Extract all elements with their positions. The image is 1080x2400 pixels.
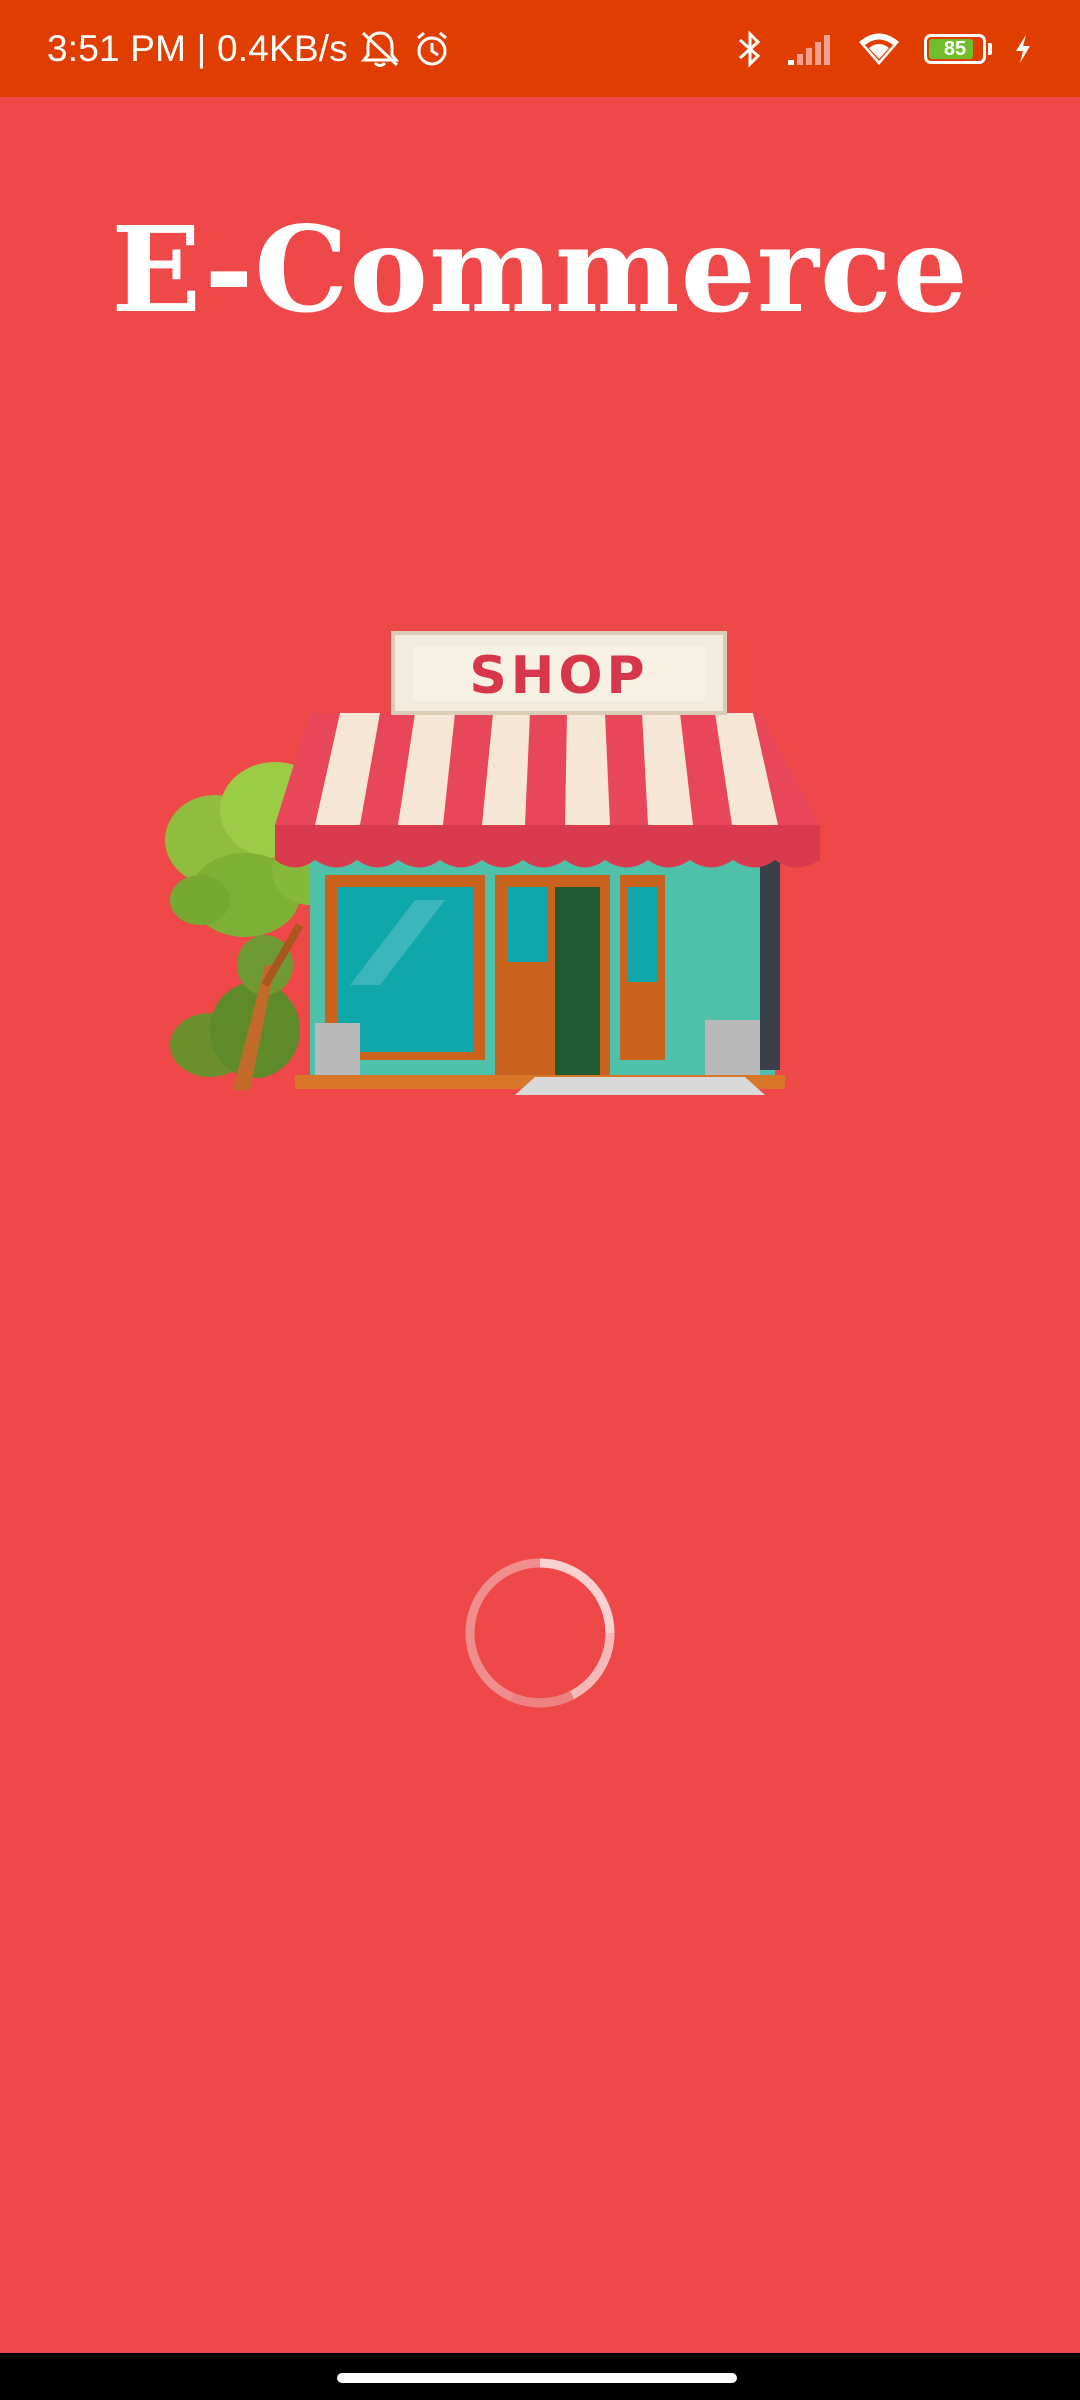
shop-illustration: SHOP [115, 625, 825, 1110]
status-time-network: 3:51 PM | 0.4KB/s [47, 27, 348, 69]
battery-level: 85 [943, 37, 967, 60]
status-right: 85 [736, 0, 1032, 97]
battery-body: 85 [924, 33, 986, 64]
navigation-bar [0, 2353, 1080, 2400]
status-bar: 3:51 PM | 0.4KB/s 85 [0, 0, 1080, 97]
shop-sign-text: SHOP [469, 646, 648, 706]
home-indicator[interactable] [337, 2373, 737, 2383]
mute-notifications-icon [358, 29, 402, 69]
bluetooth-icon [736, 28, 764, 70]
status-left: 3:51 PM | 0.4KB/s [47, 0, 452, 97]
battery-cap [988, 42, 992, 55]
signal-icon [786, 32, 834, 66]
loading-spinner [462, 1555, 618, 1711]
wifi-icon [856, 31, 902, 67]
alarm-icon [412, 29, 452, 69]
app-title: E-Commerce [111, 200, 969, 339]
charging-icon [1014, 34, 1032, 64]
battery-icon: 85 [924, 33, 992, 64]
